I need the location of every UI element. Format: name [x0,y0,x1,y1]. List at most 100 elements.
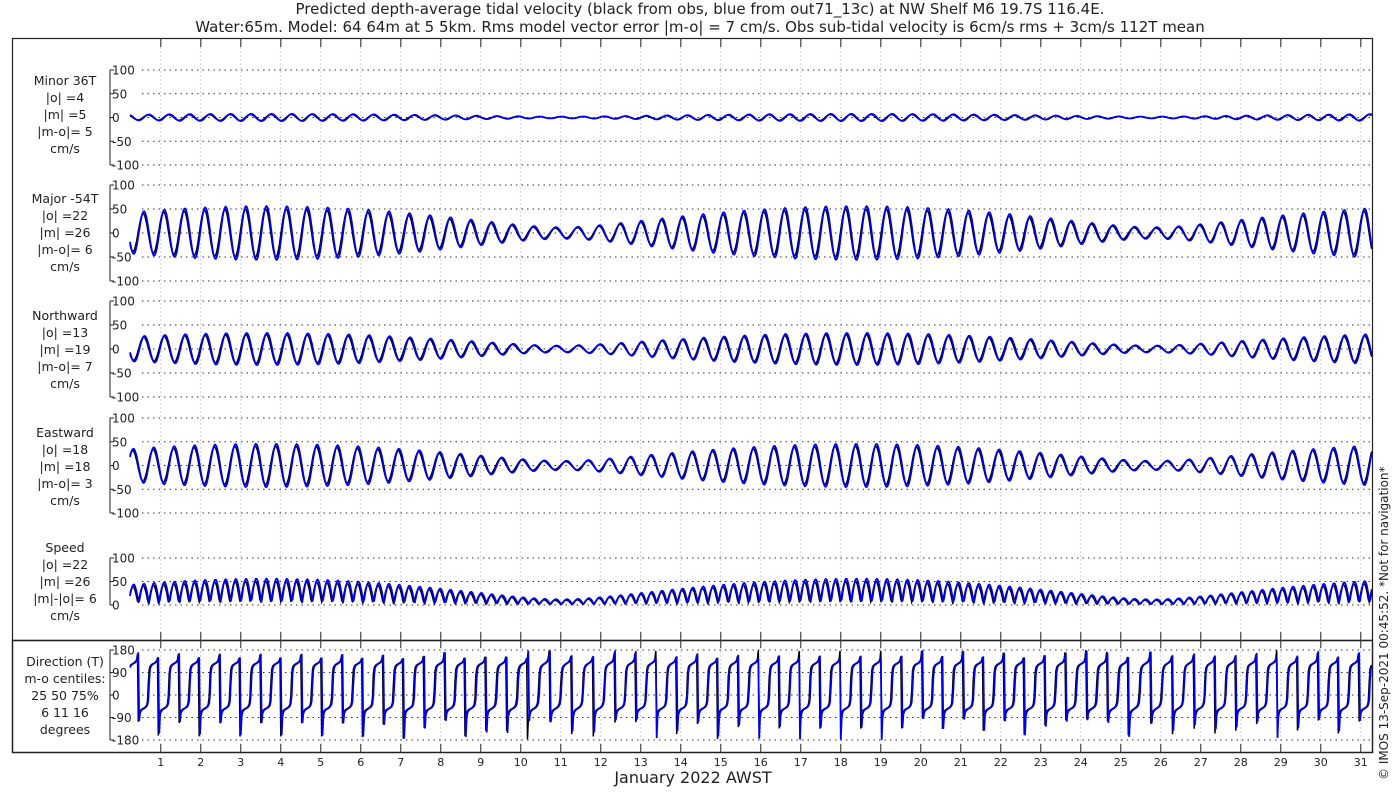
y-tick-label: 90 [112,666,127,680]
panel-label-line: |m| =26 [40,574,91,589]
panel-label-line: |o| =4 [46,90,85,105]
y-tick-label: 100 [112,64,135,78]
x-tick-label: 29 [1274,756,1288,769]
x-tick-label: 9 [477,756,484,769]
panel-label-line: cm/s [50,141,80,156]
panel-north: Northward |o| =13 |m| =19 |m-o|= 7 cm/s 100 50… [32,295,1373,405]
y-tick-label: 50 [112,435,127,449]
speed-model-line [129,577,1373,606]
x-tick-label: 30 [1314,756,1328,769]
x-tick-label: 11 [554,756,568,769]
panel-label-line: Direction (T) [26,654,104,669]
x-tick-label: 18 [834,756,848,769]
y-tick-label: 100 [112,552,135,566]
y-tick-label: 100 [112,412,135,426]
panel-label-line: |m| =19 [40,342,91,357]
y-tick-label: 50 [112,319,127,333]
y-tick-label: -100 [112,159,139,173]
panel-label-line: |o| =13 [42,325,88,340]
major-model-line [129,204,1373,262]
panel-label-line: |o| =18 [42,442,88,457]
x-tick-label: 5 [317,756,324,769]
x-tick-label: 17 [794,756,808,769]
x-tick-label: 26 [1154,756,1168,769]
y-tick-label: 0 [112,111,120,125]
major-obs-line [129,207,1373,259]
panel-label-line: Major -54T [32,191,99,206]
panel-dir: Direction (T) m-o centiles: 25 50 75% 6 11 … [24,644,1373,748]
panel-label-line: |m| =26 [40,225,91,240]
x-tick-label: 31 [1354,756,1368,769]
panel-speed: Speed |o| =22 |m| =26 |m|-|o|= 6 cm/s 100 50 0 [33,540,1373,623]
y-tick-label: 0 [112,689,120,703]
y-tick-label: 50 [112,575,127,589]
tidal-velocity-chart: Predicted depth-average tidal velocity (… [11,0,1391,787]
x-tick-label: 7 [397,756,404,769]
y-tick-label: -50 [112,135,132,149]
x-tick-label: 12 [594,756,608,769]
y-tick-label: -180 [112,734,139,748]
panel-label-line: 25 50 75% [31,688,99,703]
panel-label-line: degrees [40,722,90,737]
x-tick-label: 19 [874,756,888,769]
x-tick-label: 3 [237,756,244,769]
x-tick-label: 25 [1114,756,1128,769]
x-tick-label: 22 [994,756,1008,769]
panel-label-line: cm/s [50,259,80,274]
panel-label-line: 6 11 16 [41,705,89,720]
x-tick-label: 1 [157,756,164,769]
x-tick-label: 6 [357,756,364,769]
panel-label-line: Northward [32,308,98,323]
y-tick-label: 50 [112,87,127,101]
y-tick-label: -100 [112,507,139,521]
panel-label-line: |m-o|= 7 [37,359,92,374]
x-tick-label: 28 [1234,756,1248,769]
panel-label-line: m-o centiles: [24,671,105,686]
chart-title-line-2: Water:65m. Model: 64 64m at 5 5km. Rms m… [195,18,1204,36]
panel-label-line: |m-o|= 5 [37,124,92,139]
y-tick-label: -90 [112,711,132,725]
y-tick-label: -50 [112,251,132,265]
north-model-line [129,331,1373,367]
panel-label-line: Eastward [36,425,94,440]
panel-label-line: |m-o|= 3 [37,476,92,491]
y-tick-label: 50 [112,203,127,217]
y-tick-label: 0 [112,227,120,241]
x-tick-label: 8 [437,756,444,769]
y-tick-label: -100 [112,275,139,289]
chart-title-line-1: Predicted depth-average tidal velocity (… [296,0,1105,19]
panel-label-line: |o| =22 [42,557,88,572]
y-tick-label: -50 [112,483,132,497]
panel-label-line: |m-o|= 6 [37,242,92,257]
copyright-note: © IMOS 13-Sep-2021 00:45:52. *Not for na… [1377,466,1391,780]
y-tick-label: 100 [112,295,135,309]
y-tick-label: 180 [112,644,135,658]
panel-label-line: cm/s [50,493,80,508]
y-tick-label: 100 [112,179,135,193]
direction-panel-frame [11,639,1374,754]
panel-label-line: |o| =22 [42,208,88,223]
panel-label-line: Speed [45,540,84,555]
panel-label-line: |m| =18 [40,459,91,474]
x-tick-label: 27 [1194,756,1208,769]
x-tick-label: 2 [197,756,204,769]
panel-east: Eastward |o| =18 |m| =18 |m-o|= 3 cm/s 100 50 0… [36,412,1373,521]
panel-minor: Minor 36T |o| =4 |m| =5 |m-o|= 5 cm/s 100 50 0 -… [34,64,1373,173]
x-tick-label: 4 [277,756,284,769]
x-tick-label: 23 [1034,756,1048,769]
dir-model-line [129,650,1373,740]
x-tick-label: 24 [1074,756,1088,769]
panel-major: Major -54T |o| =22 |m| =26 |m-o|= 6 cm/s 100 5… [32,179,1373,289]
y-tick-label: -100 [112,391,139,405]
panel-label-line: Minor 36T [34,73,97,88]
x-tick-label: 10 [514,756,528,769]
east-model-line [129,442,1373,489]
x-axis-label: January 2022 AWST [613,768,772,787]
y-tick-label: 0 [112,459,120,473]
upper-panel-frame [11,37,1374,642]
panel-label-line: |m|-|o|= 6 [33,591,97,606]
y-tick-label: -50 [112,367,132,381]
y-tick-label: 0 [112,343,120,357]
panel-label-line: |m| =5 [44,107,87,122]
x-tick-label: 21 [954,756,968,769]
